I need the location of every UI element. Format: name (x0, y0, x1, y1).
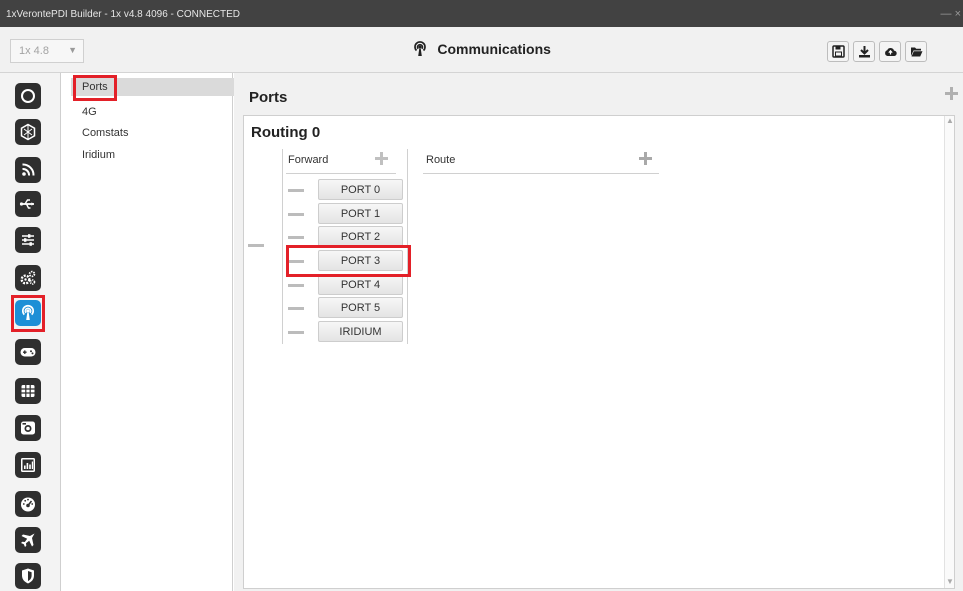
cloud-upload-icon (885, 47, 897, 56)
routing-title: Routing 0 (251, 124, 321, 141)
port-button[interactable]: PORT 4 (318, 274, 403, 295)
section-title: Ports (249, 89, 288, 106)
download-icon (859, 46, 870, 58)
communications-icon (414, 41, 426, 56)
port-button[interactable]: PORT 0 (318, 179, 403, 200)
sidebar-item-grid[interactable] (15, 378, 41, 404)
subnav: Ports 4G Comstats Iridium (62, 73, 293, 591)
grid-icon (21, 385, 35, 397)
remove-port-button[interactable] (288, 189, 304, 192)
main-content: Ports Routing 0 Forward Route PORT 0 POR… (234, 73, 963, 591)
sidebar-item-statistics[interactable] (15, 452, 41, 478)
window-controls[interactable]: — × (941, 8, 961, 20)
chevron-up-icon[interactable]: ▲ (946, 116, 954, 125)
subnav-item-4g[interactable]: 4G (82, 106, 97, 118)
page-title: Communications (437, 41, 551, 57)
toolbar: 1x 4.8 ▼ Communications (0, 27, 963, 73)
forward-label: Forward (288, 154, 329, 166)
remove-port-button[interactable] (288, 331, 304, 334)
highlight-box (73, 75, 117, 101)
sidebar-item-flight[interactable] (15, 527, 41, 553)
title-bar: 1xVerontePDI Builder - 1x v4.8 4096 - CO… (0, 0, 963, 27)
route-label: Route (426, 154, 456, 166)
sidebar-item-usb[interactable] (15, 191, 41, 217)
sidebar-item-configuration[interactable] (15, 265, 41, 291)
routing-panel: Routing 0 Forward Route PORT 0 PORT 1 PO… (243, 115, 955, 589)
download-button[interactable] (853, 41, 875, 62)
sidebar-item-joystick[interactable] (15, 339, 41, 365)
page-header: Communications (0, 41, 963, 57)
sidebar-item-camera[interactable] (15, 415, 41, 441)
sidebar-item-power[interactable] (15, 83, 41, 109)
sidebar-item-security[interactable] (15, 563, 41, 589)
remove-port-button[interactable] (288, 236, 304, 239)
chart-icon (21, 458, 35, 472)
port-button[interactable]: IRIDIUM (318, 321, 403, 342)
subnav-item-iridium[interactable]: Iridium (82, 149, 115, 161)
add-port-button[interactable] (945, 87, 958, 100)
plane-icon (21, 533, 35, 547)
open-folder-button[interactable] (905, 41, 927, 62)
port-button[interactable]: PORT 5 (318, 297, 403, 318)
port-button[interactable]: PORT 2 (318, 226, 403, 247)
subnav-item-comstats[interactable]: Comstats (82, 127, 128, 139)
camera-icon (21, 421, 35, 435)
sidebar-item-network[interactable] (15, 119, 41, 145)
dashboard-icon (21, 497, 35, 512)
sidebar-item-rss[interactable] (15, 157, 41, 183)
sidebar-item-dashboard[interactable] (15, 491, 41, 517)
cloud-upload-button[interactable] (879, 41, 901, 62)
route-underline (423, 173, 659, 174)
forward-underline (286, 173, 396, 174)
remove-port-button[interactable] (288, 213, 304, 216)
scrollbar[interactable]: ▲ ▼ (944, 116, 954, 588)
add-forward-button[interactable] (375, 152, 388, 165)
save-button[interactable] (827, 41, 849, 62)
remove-port-button[interactable] (288, 284, 304, 287)
add-route-button[interactable] (639, 152, 652, 165)
highlight-box (286, 245, 411, 277)
sliders-icon (22, 234, 34, 246)
sidebar-item-settings[interactable] (15, 227, 41, 253)
window-title: 1xVerontePDI Builder - 1x v4.8 4096 - CO… (6, 9, 240, 20)
remove-port-button[interactable] (288, 307, 304, 310)
usb-icon (19, 199, 34, 209)
remove-routing-button[interactable] (248, 244, 264, 247)
port-button[interactable]: PORT 1 (318, 203, 403, 224)
cogs-icon (20, 270, 36, 285)
folder-open-icon (911, 47, 923, 57)
gamepad-icon (20, 348, 36, 357)
power-icon (21, 89, 35, 103)
forward-column-border (282, 149, 283, 344)
shield-icon (22, 568, 34, 584)
sidebar (0, 73, 61, 591)
highlight-box (11, 295, 45, 332)
chevron-down-icon[interactable]: ▼ (946, 577, 954, 586)
rss-icon (22, 163, 35, 176)
network-icon (20, 123, 36, 141)
save-icon (832, 45, 845, 58)
